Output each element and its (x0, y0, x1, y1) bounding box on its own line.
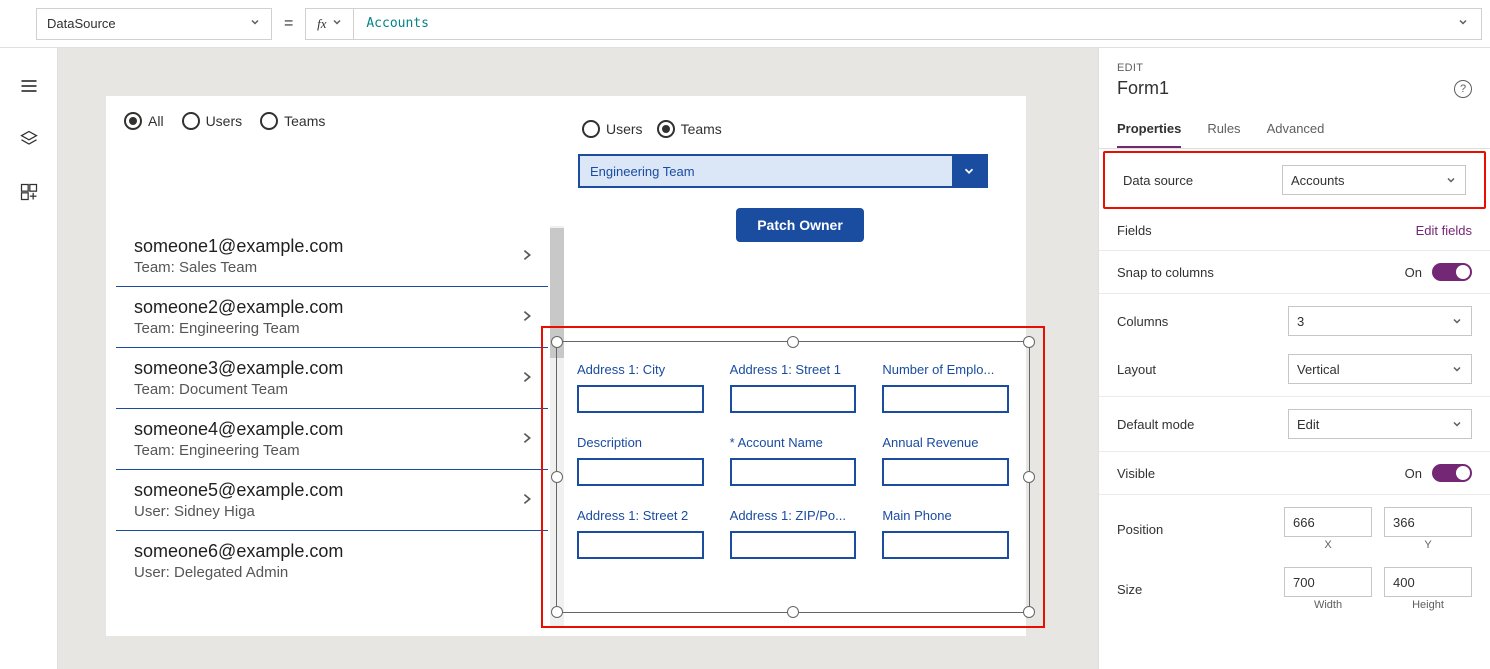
size-height-input[interactable]: 400 (1384, 567, 1472, 597)
resize-handle[interactable] (787, 336, 799, 348)
list-item[interactable]: someone6@example.comUser: Delegated Admi… (116, 531, 548, 591)
prop-default-mode: Default mode Edit (1099, 397, 1490, 452)
columns-select[interactable]: 3 (1288, 306, 1472, 336)
radio-teams-sub[interactable]: Teams (657, 120, 722, 138)
radio-users[interactable]: Users (182, 112, 243, 130)
list-item[interactable]: someone3@example.comTeam: Document Team (116, 348, 548, 409)
form-field[interactable]: Number of Emplo... (882, 362, 1009, 413)
canvas[interactable]: All Users Teams someone1@example.comTeam… (58, 48, 1098, 669)
tab-advanced[interactable]: Advanced (1267, 113, 1325, 148)
equals-label: = (284, 15, 293, 33)
size-width-input[interactable]: 700 (1284, 567, 1372, 597)
radio-all[interactable]: All (124, 112, 164, 130)
snap-toggle[interactable] (1432, 263, 1472, 281)
formula-text: Accounts (366, 16, 429, 31)
chevron-down-icon (1457, 16, 1469, 32)
fx-button[interactable]: fx (305, 8, 353, 40)
control-name: Form1 (1117, 78, 1169, 99)
property-selector[interactable]: DataSource (36, 8, 272, 40)
form-field[interactable]: Account Name (730, 435, 857, 486)
visible-toggle[interactable] (1432, 464, 1472, 482)
formula-bar: DataSource = fx Accounts (0, 0, 1490, 48)
resize-handle[interactable] (551, 471, 563, 483)
chevron-down-icon (1451, 363, 1463, 375)
default-mode-select[interactable]: Edit (1288, 409, 1472, 439)
list-item[interactable]: someone4@example.comTeam: Engineering Te… (116, 409, 548, 470)
resize-handle[interactable] (551, 336, 563, 348)
list-item[interactable]: someone2@example.comTeam: Engineering Te… (116, 287, 548, 348)
prop-fields: Fields Edit fields (1099, 211, 1490, 251)
resize-handle[interactable] (787, 606, 799, 618)
radio-teams[interactable]: Teams (260, 112, 325, 130)
components-icon[interactable] (19, 182, 39, 205)
owner-editor: Users Teams Engineering Team Patch Owner (574, 96, 1026, 242)
chevron-down-icon (331, 16, 343, 31)
chevron-right-icon (520, 248, 534, 265)
properties-panel: EDIT Form1 ? Properties Rules Advanced D… (1098, 48, 1490, 669)
radio-users-sub[interactable]: Users (582, 120, 643, 138)
text-input[interactable] (730, 531, 857, 559)
form-field[interactable]: Address 1: Street 1 (730, 362, 857, 413)
hamburger-icon[interactable] (19, 76, 39, 99)
panel-mode-label: EDIT (1117, 62, 1472, 74)
text-input[interactable] (730, 385, 857, 413)
prop-data-source: Data source Accounts (1103, 151, 1486, 209)
text-input[interactable] (730, 458, 857, 486)
resize-handle[interactable] (1023, 336, 1035, 348)
prop-size: Size 700Width 400Height (1099, 555, 1490, 623)
data-source-select[interactable]: Accounts (1282, 165, 1466, 195)
chevron-right-icon (520, 370, 534, 387)
chevron-down-icon (952, 156, 986, 186)
text-input[interactable] (577, 458, 704, 486)
text-input[interactable] (882, 531, 1009, 559)
form-field[interactable]: Address 1: ZIP/Po... (730, 508, 857, 559)
prop-visible: Visible On (1099, 452, 1490, 495)
prop-layout: Layout Vertical (1099, 342, 1490, 397)
text-input[interactable] (577, 385, 704, 413)
resize-handle[interactable] (1023, 471, 1035, 483)
resize-handle[interactable] (551, 606, 563, 618)
formula-input[interactable]: Accounts (353, 8, 1482, 40)
left-nav (0, 48, 58, 669)
list-item[interactable]: someone1@example.comTeam: Sales Team (116, 226, 548, 287)
form-selection-outline: Address 1: City Address 1: Street 1 Numb… (541, 326, 1045, 628)
position-y-input[interactable]: 366 (1384, 507, 1472, 537)
form-field[interactable]: Description (577, 435, 704, 486)
position-x-input[interactable]: 666 (1284, 507, 1372, 537)
chevron-right-icon (520, 309, 534, 326)
text-input[interactable] (882, 458, 1009, 486)
chevron-down-icon (1451, 418, 1463, 430)
layers-icon[interactable] (19, 129, 39, 152)
form-control[interactable]: Address 1: City Address 1: Street 1 Numb… (556, 341, 1030, 613)
accounts-list: someone1@example.comTeam: Sales Team som… (116, 226, 548, 626)
form-field[interactable]: Annual Revenue (882, 435, 1009, 486)
form-field[interactable]: Main Phone (882, 508, 1009, 559)
tab-properties[interactable]: Properties (1117, 113, 1181, 148)
form-field[interactable]: Address 1: City (577, 362, 704, 413)
chevron-down-icon (249, 16, 261, 31)
property-selector-value: DataSource (47, 16, 116, 31)
chevron-down-icon (1451, 315, 1463, 327)
chevron-right-icon (520, 431, 534, 448)
chevron-down-icon (1445, 174, 1457, 186)
layout-select[interactable]: Vertical (1288, 354, 1472, 384)
edit-fields-link[interactable]: Edit fields (1416, 223, 1472, 238)
help-icon[interactable]: ? (1454, 80, 1472, 98)
patch-owner-button[interactable]: Patch Owner (736, 208, 864, 242)
resize-handle[interactable] (1023, 606, 1035, 618)
chevron-right-icon (520, 492, 534, 509)
list-item[interactable]: someone5@example.comUser: Sidney Higa (116, 470, 548, 531)
text-input[interactable] (577, 531, 704, 559)
text-input[interactable] (882, 385, 1009, 413)
team-dropdown[interactable]: Engineering Team (578, 154, 988, 188)
dropdown-value: Engineering Team (580, 156, 952, 186)
prop-snap: Snap to columns On (1099, 251, 1490, 294)
panel-tabs: Properties Rules Advanced (1099, 113, 1490, 149)
form-field[interactable]: Address 1: Street 2 (577, 508, 704, 559)
prop-columns: Columns 3 (1099, 294, 1490, 342)
prop-position: Position 666X 366Y (1099, 495, 1490, 555)
tab-rules[interactable]: Rules (1207, 113, 1240, 148)
fx-label: fx (317, 16, 326, 32)
